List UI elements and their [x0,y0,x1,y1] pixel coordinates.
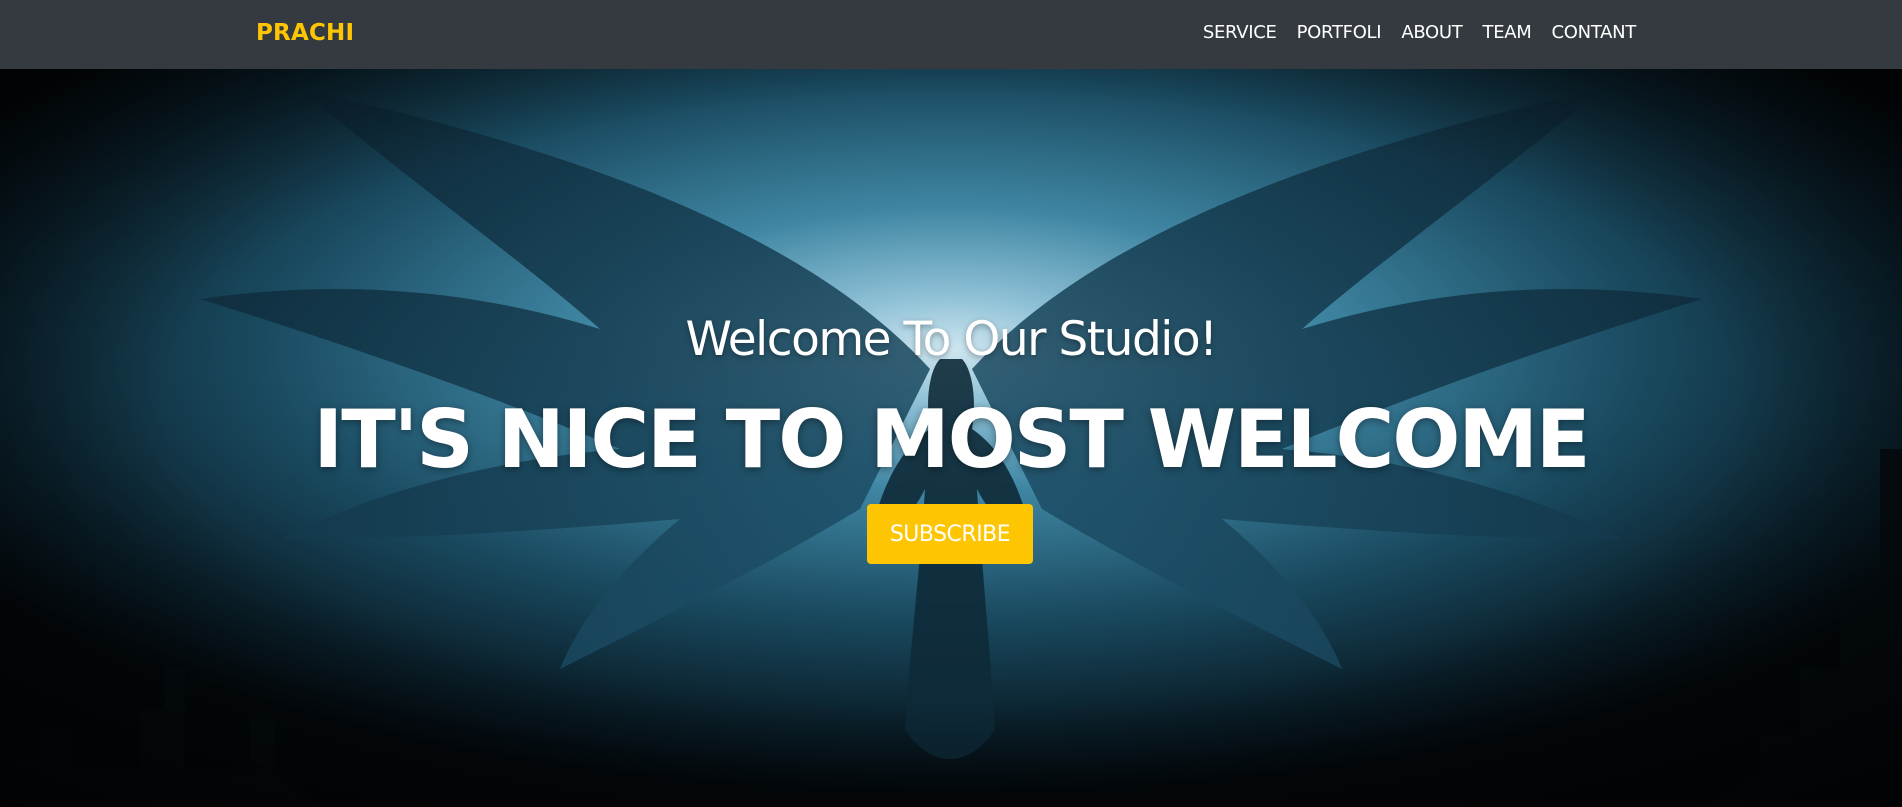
nav-link-team[interactable]: TEAM [1483,22,1532,43]
nav-link-contact[interactable]: CONTANT [1552,22,1637,43]
hero-subheading: Welcome To Our Studio! [685,312,1218,367]
nav-link-about[interactable]: ABOUT [1401,22,1462,43]
subscribe-button[interactable]: SUBSCRIBE [867,504,1033,564]
hero-heading: IT'S NICE TO MOST WELCOME [313,393,1590,486]
navbar: PRACHI SERVICE PORTFOLI ABOUT TEAM CONTA… [0,0,1902,69]
nav-link-service[interactable]: SERVICE [1203,22,1277,43]
nav-link-portfolio[interactable]: PORTFOLI [1297,22,1382,43]
hero-section: Welcome To Our Studio! IT'S NICE TO MOST… [0,69,1902,807]
brand-logo[interactable]: PRACHI [256,20,354,46]
nav-links: SERVICE PORTFOLI ABOUT TEAM CONTANT [1203,22,1636,43]
